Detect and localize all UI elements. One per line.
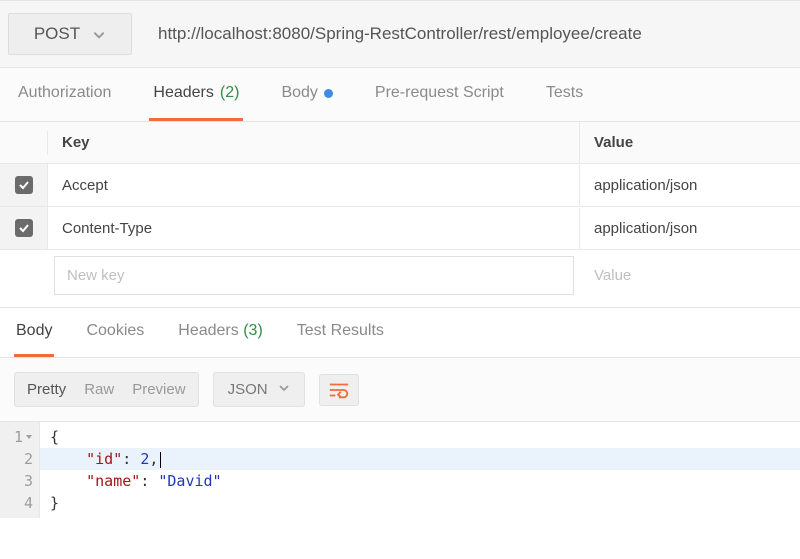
code-line: "name": "David"	[40, 470, 800, 492]
header-key[interactable]: Content-Type	[48, 208, 580, 249]
code-body[interactable]: { "id": 2, "name": "David" }	[40, 422, 800, 518]
resp-tab-headers-count: (3)	[243, 322, 263, 339]
view-raw[interactable]: Raw	[84, 381, 114, 398]
resp-tab-body-label: Body	[16, 322, 52, 339]
resp-tab-headers-label: Headers	[178, 322, 238, 339]
resp-tab-cookies-label: Cookies	[86, 322, 144, 339]
new-value-input[interactable]: Value	[580, 255, 800, 296]
code-line: }	[40, 492, 800, 514]
http-method-label: POST	[34, 24, 80, 44]
resp-tab-body[interactable]: Body	[14, 322, 54, 357]
tab-tests[interactable]: Tests	[542, 84, 587, 121]
view-preview[interactable]: Preview	[132, 381, 185, 398]
http-method-dropdown[interactable]: POST	[8, 13, 132, 55]
line-gutter: 1 2 3 4	[0, 422, 40, 518]
response-body-editor[interactable]: 1 2 3 4 { "id": 2, "name": "David" }	[0, 422, 800, 518]
wrap-lines-button[interactable]	[319, 374, 359, 406]
tab-authorization[interactable]: Authorization	[14, 84, 115, 121]
tab-headers-count: (2)	[220, 84, 240, 102]
header-key-col: Key	[48, 122, 580, 163]
header-row-checkbox-cell	[0, 264, 48, 288]
url-input[interactable]	[150, 14, 792, 54]
header-value[interactable]: application/json	[580, 208, 800, 249]
tab-headers-label: Headers	[153, 84, 213, 102]
header-value[interactable]: application/json	[580, 165, 800, 206]
chevron-down-icon	[92, 27, 106, 41]
format-label: JSON	[228, 381, 268, 398]
header-value-col: Value	[580, 122, 800, 163]
response-viewer-toolbar: Pretty Raw Preview JSON	[0, 358, 800, 422]
code-line: "id": 2,	[40, 448, 800, 470]
code-line: {	[40, 426, 800, 448]
tab-tests-label: Tests	[546, 84, 583, 102]
tab-body-label: Body	[281, 84, 317, 102]
wrap-icon	[328, 381, 350, 399]
header-row-checkbox-cell	[0, 207, 48, 249]
request-tabs: Authorization Headers (2) Body Pre-reque…	[0, 68, 800, 122]
dot-icon	[324, 89, 333, 98]
headers-table-header: Key Value	[0, 122, 800, 164]
check-icon	[18, 222, 30, 234]
gutter-line: 1	[0, 426, 33, 448]
chevron-down-icon	[278, 381, 290, 398]
new-key-input[interactable]: New key	[54, 256, 574, 295]
checkbox[interactable]	[15, 176, 33, 194]
resp-tab-headers[interactable]: Headers (3)	[176, 322, 265, 357]
text-cursor	[160, 452, 161, 468]
resp-tab-cookies[interactable]: Cookies	[84, 322, 146, 357]
format-dropdown[interactable]: JSON	[213, 372, 305, 407]
header-row-checkbox-cell	[0, 164, 48, 206]
view-pretty[interactable]: Pretty	[27, 381, 66, 398]
response-tabs: Body Cookies Headers (3) Test Results	[0, 307, 800, 358]
resp-tab-testresults[interactable]: Test Results	[295, 322, 386, 357]
view-mode-segment: Pretty Raw Preview	[14, 372, 199, 407]
tab-authorization-label: Authorization	[18, 84, 111, 102]
header-key[interactable]: Accept	[48, 165, 580, 206]
tab-prerequest[interactable]: Pre-request Script	[371, 84, 508, 121]
header-row: Content-Type application/json	[0, 207, 800, 250]
headers-table: Key Value Accept application/json Conten…	[0, 122, 800, 301]
checkbox[interactable]	[15, 219, 33, 237]
tab-body[interactable]: Body	[277, 84, 336, 121]
gutter-line: 4	[0, 492, 33, 514]
header-checkbox-col	[0, 131, 48, 155]
check-icon	[18, 179, 30, 191]
gutter-line: 2	[0, 448, 33, 470]
tab-prerequest-label: Pre-request Script	[375, 84, 504, 102]
gutter-line: 3	[0, 470, 33, 492]
header-row-new: New key Value	[0, 250, 800, 301]
request-bar: POST	[0, 0, 800, 68]
tab-headers[interactable]: Headers (2)	[149, 84, 243, 121]
resp-tab-testresults-label: Test Results	[297, 322, 384, 339]
header-row: Accept application/json	[0, 164, 800, 207]
